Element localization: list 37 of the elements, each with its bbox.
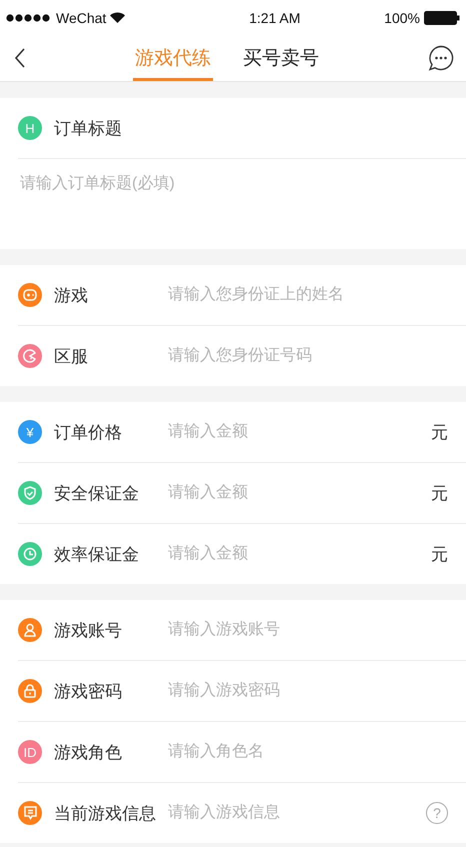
field-label: 订单价格	[54, 422, 123, 444]
input-field[interactable]: 请输入金额	[166, 544, 431, 564]
title-input[interactable]: 请输入订单标题(必填)	[0, 159, 466, 249]
field-label: 订单标题	[54, 118, 123, 140]
nav-tab[interactable]: 买号卖号	[241, 35, 321, 81]
carrier-name: WeChat	[56, 10, 106, 26]
unit-label: 元	[431, 422, 448, 444]
status-time: 1:21 AM	[249, 10, 300, 26]
input-field[interactable]: 请输入您身份证上的姓名	[166, 285, 448, 305]
input-field[interactable]: 请输入游戏信息	[166, 803, 426, 823]
unit-label: 元	[431, 544, 448, 566]
nav-tab[interactable]: 游戏代练	[133, 35, 213, 81]
battery-percent: 100%	[384, 10, 420, 26]
letter-icon: ¥	[18, 420, 42, 444]
field-label: 游戏	[54, 284, 89, 306]
field-label: 区服	[54, 346, 89, 368]
letter-icon: H	[18, 116, 42, 140]
input-field[interactable]: 请输入金额	[166, 483, 431, 503]
wifi-icon	[110, 12, 126, 23]
field-label: 当前游戏信息	[54, 802, 157, 824]
field-label: 游戏角色	[54, 742, 123, 764]
letter-icon: ID	[18, 740, 42, 764]
battery-icon	[424, 10, 460, 24]
input-field[interactable]: 请输入您身份证号码	[166, 346, 448, 366]
field-label: 游戏密码	[54, 680, 123, 702]
chat-icon[interactable]	[428, 45, 454, 71]
signal-icon	[6, 14, 52, 22]
back-button[interactable]	[14, 48, 26, 68]
field-label: 安全保证金	[54, 482, 140, 504]
help-icon[interactable]: ?	[426, 802, 448, 824]
unit-label: 元	[431, 482, 448, 504]
input-field[interactable]: 请输入金额	[166, 422, 431, 442]
field-label: 游戏账号	[54, 620, 123, 642]
input-field[interactable]: 请输入角色名	[166, 742, 448, 762]
field-label: 效率保证金	[54, 544, 140, 566]
input-field[interactable]: 请输入游戏账号	[166, 620, 448, 640]
input-field[interactable]: 请输入游戏密码	[166, 681, 448, 701]
